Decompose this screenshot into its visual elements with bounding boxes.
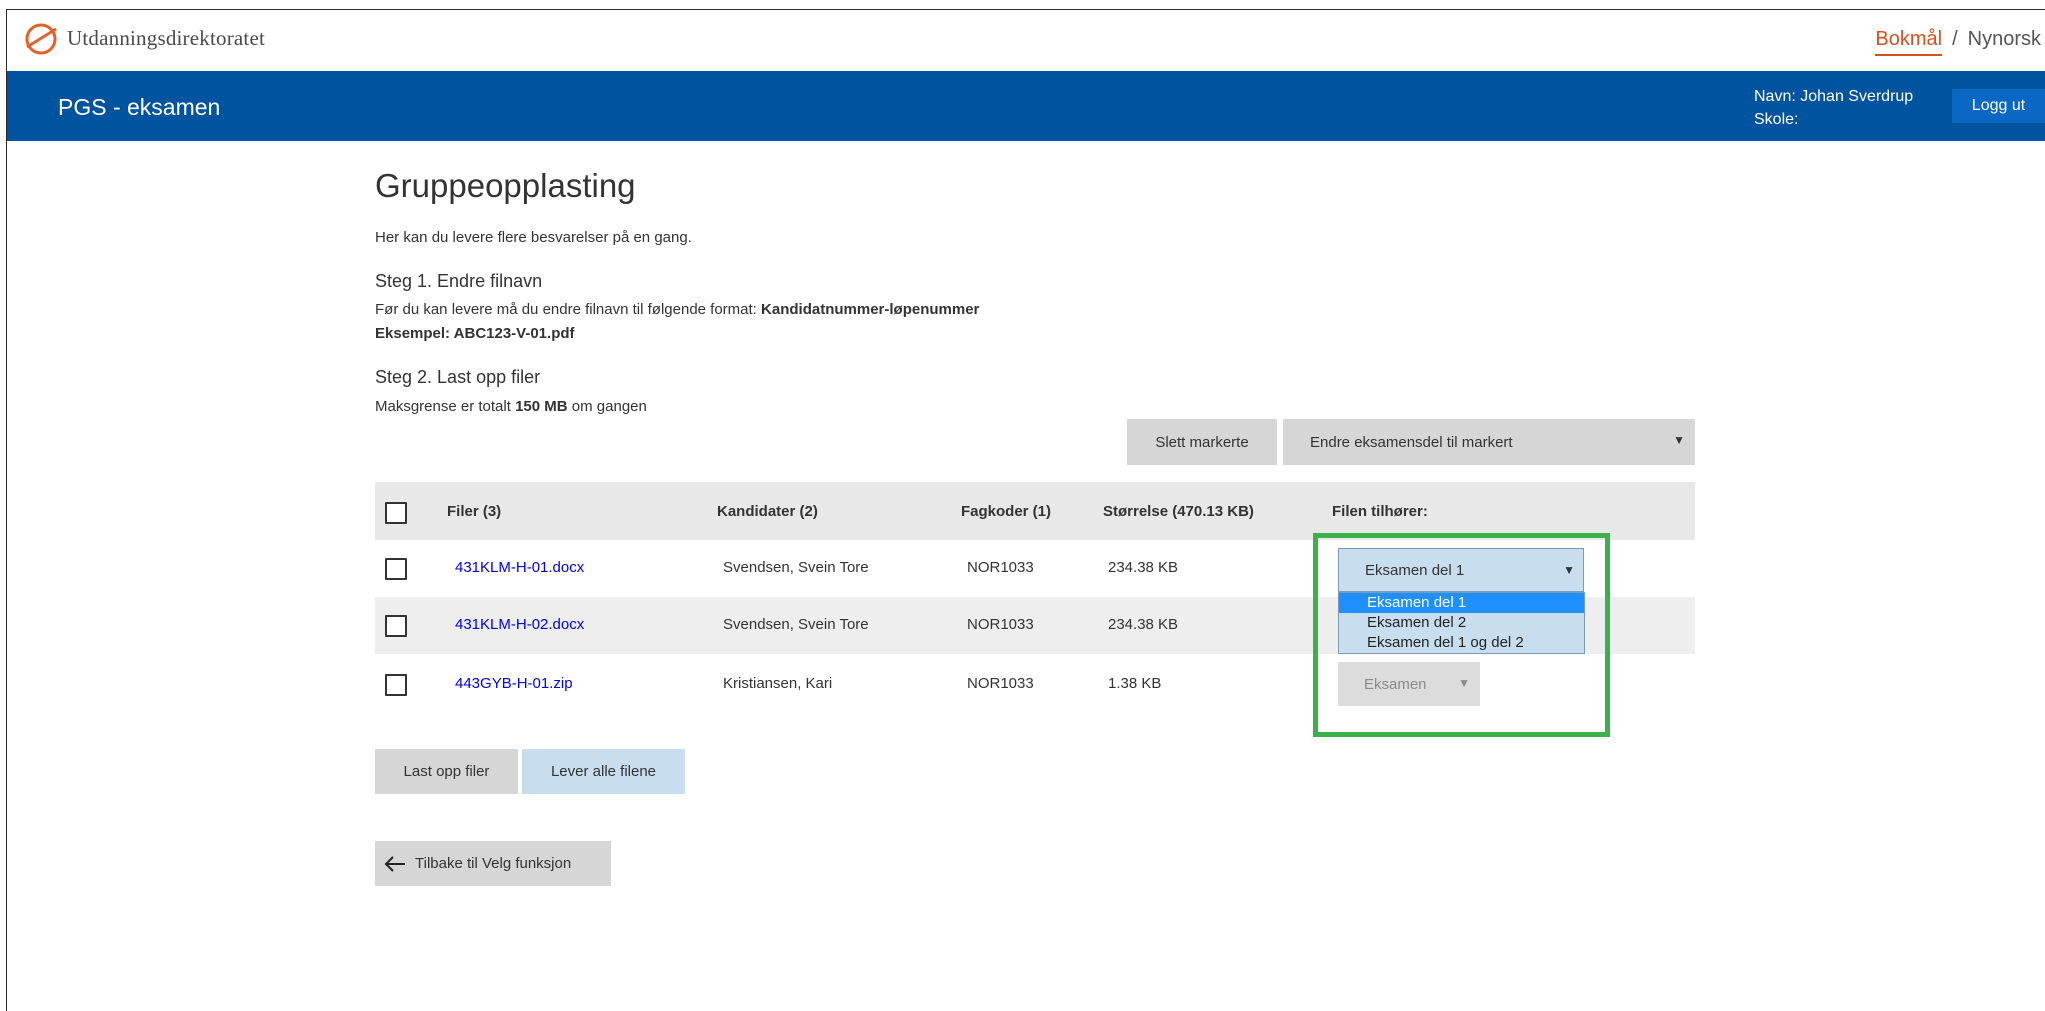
back-button[interactable]: Tilbake til Velg funksjon (375, 841, 611, 886)
lang-separator: / (1952, 28, 1958, 50)
step2-limit-value: 150 MB (515, 398, 568, 415)
candidate-name: Svendsen, Svein Tore (723, 559, 869, 576)
triangle-down-icon: ▼ (1563, 563, 1575, 577)
exam-part-select[interactable]: Eksamen del 1 ▼ (1338, 548, 1584, 592)
delete-selected-button[interactable]: Slett markerte (1127, 419, 1277, 465)
app-header: PGS - eksamen Navn: Johan Sverdrup Skole… (7, 71, 2045, 141)
step1-format: Kandidatnummer-løpenummer (761, 301, 980, 318)
dropdown-option[interactable]: Eksamen del 1 (1339, 593, 1584, 613)
subject-code: NOR1033 (967, 559, 1034, 576)
file-size: 234.38 KB (1108, 616, 1179, 633)
language-switcher: Bokmål / Nynorsk (1875, 28, 2041, 56)
udir-logo-icon (25, 23, 57, 55)
page-title: Gruppeopplasting (375, 167, 636, 204)
logo-text: Utdanningsdirektoratet (67, 25, 266, 50)
exam-part-select-disabled: Eksamen ▼ (1338, 662, 1480, 706)
file-link[interactable]: 431KLM-H-02.docx (455, 616, 584, 633)
row-checkbox[interactable] (385, 674, 407, 696)
back-button-label: Tilbake til Velg funksjon (415, 855, 572, 872)
top-bar: Utdanningsdirektoratet Bokmål / Nynorsk (7, 10, 2045, 71)
dropdown-option[interactable]: Eksamen del 1 og del 2 (1339, 633, 1584, 653)
candidate-name: Svendsen, Svein Tore (723, 616, 869, 633)
header-belongs-to: Filen tilhører: (1332, 503, 1428, 520)
triangle-down-icon: ▼ (1458, 676, 1470, 690)
school-label: Skole: (1754, 111, 1799, 128)
file-link[interactable]: 443GYB-H-01.zip (455, 675, 573, 692)
file-link[interactable]: 431KLM-H-01.docx (455, 559, 584, 576)
header-candidates[interactable]: Kandidater (2) (717, 503, 818, 520)
upload-files-button[interactable]: Last opp filer (375, 749, 518, 794)
app-title[interactable]: PGS - eksamen (58, 94, 220, 121)
step1-instruction: Før du kan levere må du endre filnavn ti… (375, 301, 979, 318)
exam-part-dropdown-list: Eksamen del 1 Eksamen del 2 Eksamen del … (1338, 592, 1585, 654)
subject-code: NOR1033 (967, 616, 1034, 633)
file-size: 1.38 KB (1108, 675, 1162, 692)
lang-nynorsk[interactable]: Nynorsk (1968, 28, 2041, 51)
candidate-name: Kristiansen, Kari (723, 675, 833, 692)
step1-instruction-text: Før du kan levere må du endre filnavn ti… (375, 301, 757, 318)
step2-limit-prefix: Maksgrense er totalt (375, 398, 511, 415)
step2-limit-suffix: om gangen (571, 398, 647, 415)
arrow-left-icon (384, 855, 405, 872)
exam-part-value: Eksamen (1364, 675, 1427, 693)
table-row: 431KLM-H-01.docx Svendsen, Svein Tore NO… (375, 540, 1695, 654)
step1-example-text: Eksempel: ABC123-V-01.pdf (375, 325, 575, 342)
logout-button[interactable]: Logg ut (1952, 89, 2045, 123)
step1-title: Steg 1. Endre filnavn (375, 271, 543, 291)
step2-limit: Maksgrense er totalt 150 MB om gangen (375, 398, 647, 415)
dropdown-option[interactable]: Eksamen del 2 (1339, 613, 1584, 633)
triangle-down-icon: ▼ (1673, 433, 1685, 447)
exam-part-value: Eksamen del 1 (1365, 561, 1465, 579)
select-all-checkbox[interactable] (385, 502, 407, 524)
step2-title: Steg 2. Last opp filer (375, 367, 541, 387)
subject-code: NOR1033 (967, 675, 1034, 692)
file-size: 234.38 KB (1108, 559, 1179, 576)
lang-bokmal[interactable]: Bokmål (1875, 28, 1943, 56)
user-info: Navn: Johan Sverdrup Skole: (1754, 85, 1913, 131)
table-header: Filer (3) Kandidater (2) Fagkoder (1) St… (375, 482, 1695, 540)
change-exam-part-label: Endre eksamensdel til markert (1310, 433, 1513, 451)
table-row: 443GYB-H-01.zip Kristiansen, Kari NOR103… (375, 654, 1695, 711)
logo[interactable]: Utdanningsdirektoratet (23, 20, 265, 56)
deliver-all-button[interactable]: Lever alle filene (522, 749, 685, 794)
user-name: Navn: Johan Sverdrup (1754, 88, 1914, 105)
intro-text: Her kan du levere flere besvarelser på e… (375, 229, 692, 246)
row-checkbox[interactable] (385, 558, 407, 580)
row-checkbox[interactable] (385, 615, 407, 637)
header-files[interactable]: Filer (3) (447, 503, 501, 520)
header-size[interactable]: Størrelse (470.13 KB) (1103, 503, 1254, 520)
header-subject-codes[interactable]: Fagkoder (1) (961, 503, 1051, 520)
change-exam-part-select[interactable]: Endre eksamensdel til markert ▼ (1283, 419, 1695, 465)
step1-example: Eksempel: ABC123-V-01.pdf (375, 325, 575, 342)
